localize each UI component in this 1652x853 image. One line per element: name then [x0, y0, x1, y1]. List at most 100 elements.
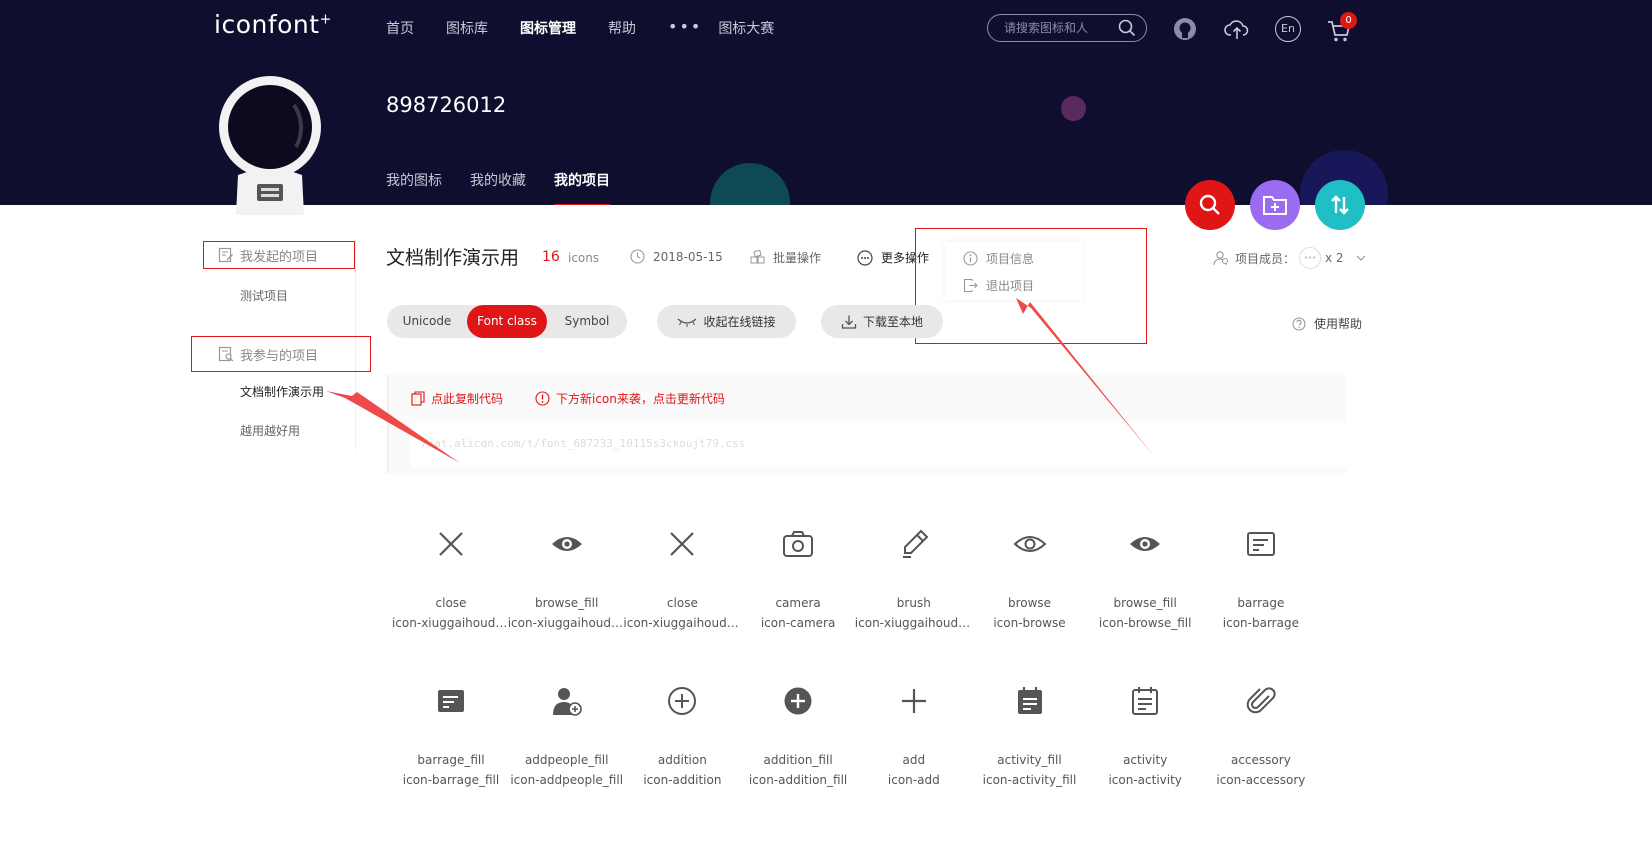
icon-name: addpeople_fill: [524, 753, 609, 767]
brush-icon: [902, 529, 929, 558]
batch-ops-button[interactable]: 批量操作: [750, 249, 821, 266]
tab-symbol[interactable]: Symbol: [547, 305, 627, 338]
project-members[interactable]: 项目成员： ••• x 2: [1213, 247, 1368, 269]
icon-name: close: [666, 596, 698, 610]
eye-fill-icon: [1130, 537, 1161, 551]
update-code-link[interactable]: 下方新icon来袭，点击更新代码: [535, 390, 725, 407]
icon-class[interactable]: icon-xiuggaihoudebrowse: [508, 616, 626, 630]
decor-circle: [1061, 96, 1086, 121]
sidebar-joined-header[interactable]: 我参与的项目: [191, 336, 371, 372]
download-button[interactable]: 下载至本地: [821, 305, 943, 338]
icon-card[interactable]: accessory icon-accessory: [1202, 677, 1320, 787]
tab-unicode[interactable]: Unicode: [387, 305, 467, 338]
download-label: 下载至本地: [862, 315, 923, 329]
sidebar-item-test-project[interactable]: 测试项目: [240, 287, 288, 304]
icon-name: barrage_fill: [417, 753, 485, 767]
icon-card[interactable]: close icon-xiuggaihoudeclose1: [623, 520, 741, 630]
nav-icon-library[interactable]: 图标库: [446, 18, 488, 38]
css-link-code[interactable]: //at.alicdn.com/t/font_687233_10115s3cko…: [411, 423, 1347, 467]
decor-circle: [710, 163, 790, 205]
icon-name: browse_fill: [535, 596, 599, 610]
icon-class[interactable]: icon-browse_fill: [1086, 616, 1204, 630]
icon-class[interactable]: icon-activity_fill: [971, 773, 1089, 787]
barrage-fill-icon: [438, 690, 464, 712]
warning-circle-icon: [535, 391, 550, 406]
icon-class[interactable]: icon-addition: [623, 773, 741, 787]
icon-card[interactable]: brush icon-xiuggaihoudebrush: [855, 520, 973, 630]
folder-add-icon: [1263, 196, 1287, 215]
icon-class[interactable]: icon-activity: [1086, 773, 1204, 787]
collapse-link-label: 收起在线链接: [703, 315, 776, 329]
icon-card[interactable]: camera icon-camera: [739, 520, 857, 630]
icon-name: browse: [1007, 596, 1052, 610]
profile-tabs: 我的图标 我的收藏 我的项目: [386, 170, 638, 205]
icon-class[interactable]: icon-xiuggaihoudebrush: [855, 616, 973, 630]
icon-class[interactable]: icon-accessory: [1202, 773, 1320, 787]
icon-class[interactable]: icon-barrage_fill: [392, 773, 510, 787]
nav-help[interactable]: 帮助: [608, 18, 636, 38]
member-avatar[interactable]: •••: [1299, 247, 1322, 269]
icon-name: activity: [1123, 753, 1168, 767]
tab-font-class[interactable]: Font class: [467, 305, 547, 338]
search-input[interactable]: [1004, 21, 1114, 35]
icon-class[interactable]: icon-browse: [971, 616, 1089, 630]
icon-card[interactable]: browse_fill icon-browse_fill: [1086, 520, 1204, 630]
sidebar-started-label: 我发起的项目: [240, 249, 319, 265]
github-icon[interactable]: [1172, 16, 1198, 42]
icon-card[interactable]: addition icon-addition: [623, 677, 741, 787]
icon-card[interactable]: barrage icon-barrage: [1202, 520, 1320, 630]
tab-my-favorites[interactable]: 我的收藏: [470, 170, 526, 205]
search-fab-button[interactable]: [1185, 180, 1235, 230]
project-date-text: 2018-05-15: [653, 249, 723, 264]
search-icon[interactable]: [1118, 19, 1136, 37]
icon-class[interactable]: icon-addpeople_fill: [508, 773, 626, 787]
icon-card[interactable]: activity_fill icon-activity_fill: [971, 677, 1089, 787]
x-icon: [439, 532, 463, 556]
icon-class[interactable]: icon-addition_fill: [739, 773, 857, 787]
icon-name: brush: [896, 596, 931, 610]
addition-icon: [668, 687, 697, 715]
cart-count-badge: 0: [1340, 12, 1357, 29]
search-icon: [1199, 194, 1220, 215]
icon-class[interactable]: icon-xiuggaihoudeclose: [392, 616, 510, 630]
icon-card[interactable]: addpeople_fill icon-addpeople_fill: [508, 677, 626, 787]
camera-icon: [783, 531, 814, 557]
sidebar-item-better[interactable]: 越用越好用: [240, 422, 300, 439]
icon-count: 16: [542, 249, 560, 265]
icon-class[interactable]: icon-barrage: [1202, 616, 1320, 630]
icon-card[interactable]: activity icon-activity: [1086, 677, 1204, 787]
icon-class[interactable]: icon-xiuggaihoudeclose1: [623, 616, 741, 630]
new-folder-fab-button[interactable]: [1250, 180, 1300, 230]
nav-icon-manage[interactable]: 图标管理: [520, 18, 576, 38]
upload-cloud-icon[interactable]: [1224, 16, 1250, 42]
sidebar-item-doc-demo[interactable]: 文档制作演示用: [240, 383, 324, 400]
nav-contest[interactable]: 图标大赛: [718, 18, 774, 38]
icon-card[interactable]: barrage_fill icon-barrage_fill: [392, 677, 510, 787]
copy-code-link[interactable]: 点此复制代码: [411, 390, 503, 407]
icon-card[interactable]: close icon-xiuggaihoudeclose: [392, 520, 510, 630]
sidebar-joined-label: 我参与的项目: [240, 348, 319, 364]
help-link[interactable]: 使用帮助: [1292, 315, 1362, 332]
chevron-down-icon[interactable]: [1354, 251, 1368, 265]
icon-card[interactable]: browse_fill icon-xiuggaihoudebrowse: [508, 520, 626, 630]
sidebar-started-header[interactable]: 我发起的项目: [203, 241, 355, 269]
nav-home[interactable]: 首页: [386, 18, 414, 38]
avatar[interactable]: [218, 75, 322, 215]
icon-card[interactable]: addition_fill icon-addition_fill: [739, 677, 857, 787]
sort-fab-button[interactable]: [1315, 180, 1365, 230]
icon-card[interactable]: browse icon-browse: [971, 520, 1089, 630]
nav-more[interactable]: •••: [668, 18, 702, 38]
tab-my-icons[interactable]: 我的图标: [386, 170, 442, 205]
update-code-label: 下方新icon来袭，点击更新代码: [556, 392, 725, 406]
tab-my-projects[interactable]: 我的项目: [554, 170, 610, 205]
icon-class[interactable]: icon-add: [855, 773, 973, 787]
members-label: 项目成员：: [1235, 251, 1296, 266]
logo[interactable]: iconfont+: [214, 10, 332, 39]
question-icon: [1292, 316, 1306, 331]
sort-arrows-icon: [1331, 195, 1349, 215]
collapse-link-button[interactable]: 收起在线链接: [657, 305, 796, 338]
language-icon[interactable]: En: [1275, 16, 1301, 42]
icon-card[interactable]: add icon-add: [855, 677, 973, 787]
icon-class[interactable]: icon-camera: [739, 616, 857, 630]
icon-name: add: [902, 753, 926, 767]
